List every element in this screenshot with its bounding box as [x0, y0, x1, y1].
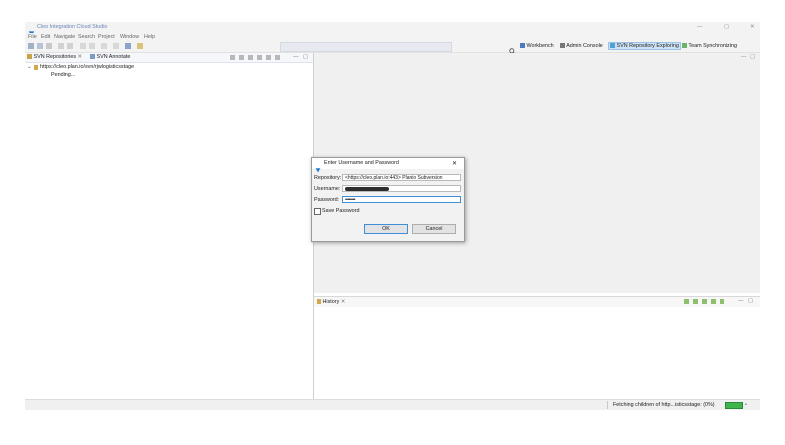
- save-icon[interactable]: [37, 43, 43, 49]
- repository-tree-pending: Pending...: [51, 72, 76, 78]
- undo-icon[interactable]: [58, 43, 64, 49]
- wand-icon[interactable]: [137, 43, 143, 49]
- login-dialog: Enter Username and Password ✕ Repository…: [311, 157, 465, 242]
- history-maximize-icon[interactable]: ▢: [748, 298, 753, 304]
- cancel-button[interactable]: Cancel: [412, 224, 456, 234]
- new-icon[interactable]: [28, 43, 34, 49]
- password-field[interactable]: ••••••••: [342, 196, 461, 203]
- quick-access-field[interactable]: [280, 42, 452, 52]
- run-icon[interactable]: [89, 43, 95, 49]
- menu-edit[interactable]: Edit: [41, 34, 50, 40]
- external-tools-icon[interactable]: [101, 43, 107, 49]
- menu-project[interactable]: Project: [98, 34, 115, 40]
- status-progress-bar: [725, 402, 743, 409]
- admin-console-icon: [560, 43, 565, 49]
- window-title-bar: Cleo Integration Cloud Studio — ▢ ✕: [25, 22, 760, 37]
- team-sync-icon: [682, 43, 687, 49]
- print-icon[interactable]: [46, 43, 52, 49]
- tab-history[interactable]: History ✕: [317, 299, 345, 305]
- menu-navigate[interactable]: Navigate: [54, 34, 75, 40]
- menu-search[interactable]: Search: [78, 34, 95, 40]
- tab-history-label: History: [322, 299, 340, 305]
- repository-tree-root[interactable]: https://cleo.plan.io/svn/rjwlogisticssta…: [40, 64, 134, 70]
- workbench-icon: [520, 43, 525, 49]
- dialog-close-button[interactable]: ✕: [452, 160, 457, 167]
- tab-history-close-icon[interactable]: ✕: [341, 299, 346, 305]
- view-maximize-icon[interactable]: ▢: [303, 54, 308, 60]
- dialog-title-bar: Enter Username and Password ✕: [312, 158, 464, 173]
- menu-file[interactable]: File: [28, 34, 37, 40]
- repository-field: <https://cleo.plan.io:443> Planio Subver…: [342, 174, 461, 181]
- password-label: Password:: [314, 197, 340, 203]
- repository-label: Repository:: [314, 175, 342, 181]
- debug-icon[interactable]: [80, 43, 86, 49]
- repository-icon: [34, 65, 38, 70]
- menu-help[interactable]: Help: [144, 34, 155, 40]
- tab-svn-repositories-label: SVN Repositories: [33, 54, 77, 60]
- minimize-button[interactable]: —: [697, 24, 702, 30]
- history-view-body: [314, 307, 760, 399]
- svn-repositories-icon: [27, 54, 32, 60]
- connect-icon[interactable]: [125, 43, 131, 49]
- status-progress-stop-icon[interactable]: ▪: [745, 402, 747, 408]
- perspective-workbench[interactable]: Workbench: [520, 43, 554, 49]
- menu-bar: File Edit Navigate Search Project Window…: [25, 33, 760, 41]
- tab-close-icon[interactable]: ✕: [78, 54, 83, 60]
- save-password-label: Save Password: [322, 208, 360, 214]
- main-toolbar: Workbench Admin Console SVN Repository E…: [25, 41, 760, 55]
- dialog-title: Enter Username and Password: [324, 160, 399, 166]
- view-minimize-icon[interactable]: —: [293, 54, 298, 60]
- repository-value: <https://cleo.plan.io:443> Planio Subver…: [345, 175, 443, 181]
- perspective-workbench-label: Workbench: [526, 43, 554, 49]
- view-toolbar-icons[interactable]: [230, 55, 282, 60]
- nav-back-icon[interactable]: [113, 43, 119, 49]
- username-label: Username:: [314, 186, 341, 192]
- perspective-team-sync[interactable]: Team Synchronizing: [682, 43, 737, 49]
- save-password-checkbox[interactable]: [314, 208, 321, 215]
- svn-exploring-icon: [610, 43, 615, 49]
- perspective-svn-exploring-label: SVN Repository Exploring: [616, 43, 679, 49]
- tab-svn-annotate[interactable]: SVN Annotate: [90, 54, 130, 60]
- tab-svn-annotate-label: SVN Annotate: [96, 54, 131, 60]
- perspective-team-sync-label: Team Synchronizing: [688, 43, 737, 49]
- ok-button[interactable]: OK: [364, 224, 408, 234]
- password-value: ••••••••: [345, 197, 356, 203]
- perspective-admin-console-label: Admin Console: [566, 43, 603, 49]
- editor-maximize-icon[interactable]: ▢: [750, 54, 755, 60]
- svn-annotate-icon: [90, 54, 95, 60]
- perspective-admin-console[interactable]: Admin Console: [560, 43, 603, 49]
- left-panel-tabbar: SVN Repositories ✕ SVN Annotate — ▢: [25, 53, 313, 63]
- status-bar: Fetching children of http...isticsstage:…: [25, 399, 760, 410]
- perspective-svn-exploring[interactable]: SVN Repository Exploring: [608, 42, 681, 50]
- username-redacted: [345, 187, 389, 191]
- history-toolbar-icons[interactable]: [684, 299, 724, 304]
- editor-minimize-icon[interactable]: —: [741, 54, 746, 60]
- history-minimize-icon[interactable]: —: [738, 298, 743, 304]
- window-title: Cleo Integration Cloud Studio: [37, 24, 108, 30]
- history-icon: [317, 299, 321, 305]
- close-window-button[interactable]: ✕: [750, 24, 755, 30]
- status-separator: [607, 401, 608, 409]
- username-field[interactable]: [342, 185, 461, 192]
- tree-expand-icon[interactable]: ⌄: [27, 64, 32, 70]
- redo-icon[interactable]: [67, 43, 73, 49]
- status-text: Fetching children of http...isticsstage:…: [613, 402, 715, 408]
- menu-window[interactable]: Window: [120, 34, 139, 40]
- maximize-button[interactable]: ▢: [724, 24, 729, 30]
- tab-svn-repositories[interactable]: SVN Repositories ✕: [27, 54, 82, 60]
- svn-repositories-view: [25, 53, 314, 409]
